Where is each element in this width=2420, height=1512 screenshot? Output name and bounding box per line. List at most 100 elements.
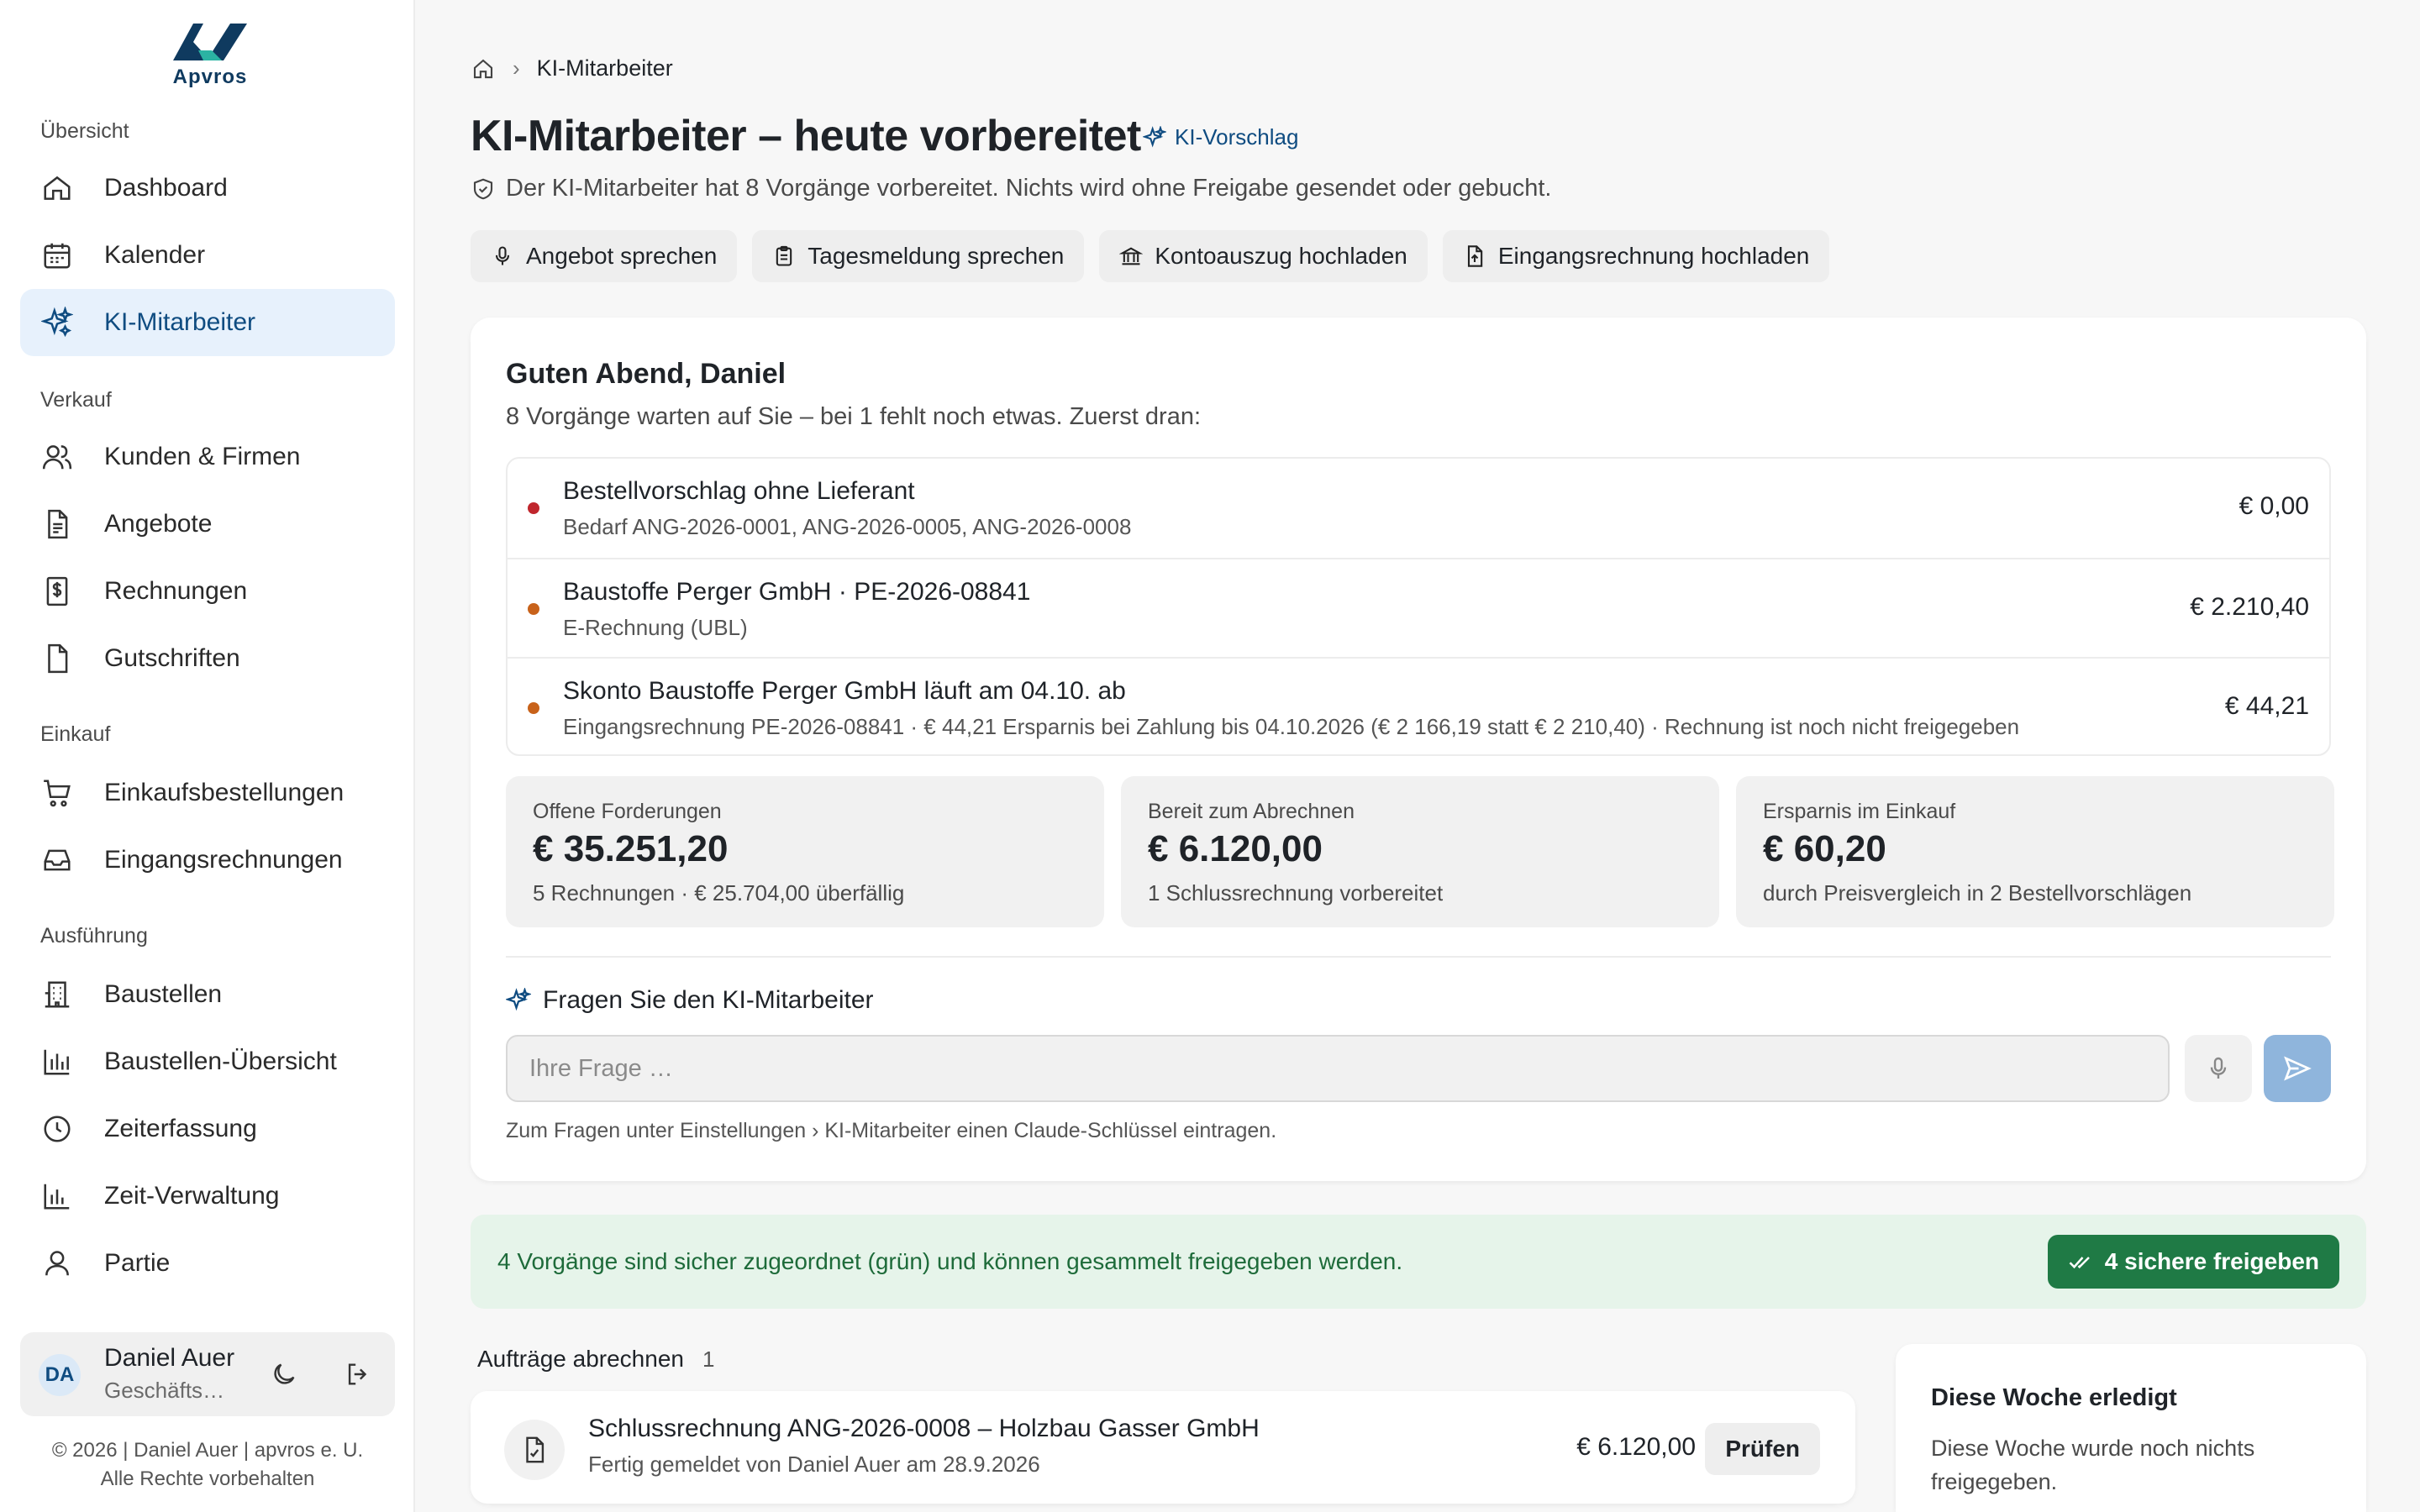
sidebar-item-dashboard[interactable]: Dashboard <box>20 155 395 222</box>
sidebar-item-label: Partie <box>104 1249 171 1277</box>
speak-offer-button[interactable]: Angebot sprechen <box>471 230 738 282</box>
nav-section-verkauf: Verkauf <box>40 388 112 412</box>
home-icon[interactable] <box>471 56 496 81</box>
sidebar-item-label: Baustellen <box>104 980 223 1008</box>
invoice-dollar-icon <box>40 575 74 608</box>
brand-logo[interactable]: Apvros <box>160 17 260 88</box>
ask-title: Fragen Sie den KI-Mitarbeiter <box>506 986 874 1015</box>
sidebar-item-einkaufsbestellungen[interactable]: Einkaufsbestellungen <box>20 759 395 827</box>
send-icon <box>2284 1056 2312 1081</box>
sidebar-item-label: Kunden & Firmen <box>104 443 301 470</box>
priority-task-list: Bestellvorschlag ohne Lieferant Bedarf A… <box>506 457 2331 756</box>
sidebar-item-ki-mitarbeiter[interactable]: KI-Mitarbeiter <box>20 289 395 356</box>
nav-section-ausfuehrung: Ausführung <box>40 924 148 948</box>
nav-section-uebersicht: Übersicht <box>40 119 129 143</box>
kpi-ready-to-bill[interactable]: Bereit zum Abrechnen € 6.120,00 1 Schlus… <box>1121 776 1719 927</box>
greeting-title: Guten Abend, Daniel <box>506 358 786 390</box>
main-content: › KI-Mitarbeiter KI-Mitarbeiter – heute … <box>415 0 2420 1512</box>
page-title: KI-Mitarbeiter – heute vorbereitet <box>471 112 1141 160</box>
clock-icon <box>40 1112 74 1146</box>
clipboard-icon <box>776 245 792 266</box>
status-dot <box>528 702 539 714</box>
sidebar-item-zeiterfassung[interactable]: Zeiterfassung <box>20 1095 395 1163</box>
ki-suggestion-badge: KI-Vorschlag <box>1143 124 1298 150</box>
double-check-icon <box>2069 1257 2090 1269</box>
sidebar-item-label: Angebote <box>104 510 213 538</box>
file-check-icon <box>504 1420 565 1480</box>
sidebar-item-label: KI-Mitarbeiter <box>104 308 256 336</box>
sidebar-item-kalender[interactable]: Kalender <box>20 222 395 289</box>
week-done-card: Diese Woche erledigt Diese Woche wurde n… <box>1896 1344 2366 1512</box>
sidebar-item-gutschriften[interactable]: Gutschriften <box>20 625 395 692</box>
table-row[interactable]: Schlussrechnung ANG-2026-0008 – Holzbau … <box>471 1391 1855 1504</box>
logo-icon <box>173 24 247 60</box>
orders-section-title: Aufträge abrechnen 1 <box>477 1346 715 1372</box>
review-button[interactable]: Prüfen <box>1705 1423 1820 1475</box>
avatar[interactable]: DA <box>39 1354 81 1396</box>
list-item[interactable]: Baustoffe Perger GmbH · PE-2026-08841 E-… <box>508 558 2329 657</box>
chevron-right-icon: › <box>513 55 520 81</box>
upload-incoming-invoice-button[interactable]: Eingangsrechnung hochladen <box>1442 230 1830 282</box>
user-card: DA Daniel Auer Geschäftsführer <box>20 1332 395 1416</box>
upload-bank-statement-button[interactable]: Kontoauszug hochladen <box>1099 230 1428 282</box>
sidebar-item-label: Zeit-Verwaltung <box>104 1182 280 1210</box>
document-icon <box>40 507 74 541</box>
mic-icon <box>2210 1057 2227 1079</box>
sidebar-item-kunden[interactable]: Kunden & Firmen <box>20 423 395 491</box>
breadcrumb-current: KI-Mitarbeiter <box>536 55 673 81</box>
sidebar-item-label: Einkaufsbestellungen <box>104 779 345 806</box>
shield-check-icon <box>473 178 493 199</box>
logout-button[interactable] <box>341 1357 375 1391</box>
send-button[interactable] <box>2264 1035 2331 1102</box>
sidebar-item-zeit-verwaltung[interactable]: Zeit-Verwaltung <box>20 1163 395 1230</box>
home-icon <box>40 171 74 205</box>
kpi-row: Offene Forderungen € 35.251,20 5 Rechnun… <box>506 776 2334 927</box>
question-input[interactable] <box>506 1035 2170 1102</box>
sidebar-item-rechnungen[interactable]: Rechnungen <box>20 558 395 625</box>
sidebar-item-label: Eingangsrechnungen <box>104 846 343 874</box>
building-icon <box>40 978 74 1011</box>
inbox-icon <box>40 843 74 877</box>
kpi-open-receivables[interactable]: Offene Forderungen € 35.251,20 5 Rechnun… <box>506 776 1104 927</box>
sidebar-item-partie[interactable]: Partie <box>20 1230 395 1297</box>
quick-actions: Angebot sprechen Tagesmeldung sprechen K… <box>471 230 1830 282</box>
user-name: Daniel Auer <box>104 1344 235 1372</box>
footer-copyright: © 2026 | Daniel Auer | apvros e. U. Alle… <box>51 1439 364 1490</box>
moon-icon <box>274 1363 295 1384</box>
kpi-purchase-savings[interactable]: Ersparnis im Einkauf € 60,20 durch Preis… <box>1736 776 2334 927</box>
assistant-card: Guten Abend, Daniel 8 Vorgänge warten au… <box>471 318 2366 1181</box>
list-item[interactable]: Skonto Baustoffe Perger GmbH läuft am 04… <box>508 657 2329 756</box>
sparkles-icon <box>506 988 531 1011</box>
sidebar-item-label: Rechnungen <box>104 577 248 605</box>
sidebar-item-eingangsrechnungen[interactable]: Eingangsrechnungen <box>20 827 395 894</box>
sidebar-item-label: Dashboard <box>104 174 228 202</box>
sidebar-item-label: Baustellen-Übersicht <box>104 1047 337 1075</box>
sidebar-item-baustellen[interactable]: Baustellen <box>20 961 395 1028</box>
user-role: Geschäftsführer <box>104 1378 230 1403</box>
approve-safe-button[interactable]: 4 sichere freigeben <box>2047 1235 2339 1289</box>
sparkles-icon <box>40 306 74 339</box>
orders-count: 1 <box>702 1347 715 1372</box>
sidebar-item-angebote[interactable]: Angebote <box>20 491 395 558</box>
bar-chart-icon <box>40 1045 74 1079</box>
sidebar: Apvros Übersicht Dashboard Kalender KI-M… <box>0 0 415 1512</box>
sidebar-item-label: Zeiterfassung <box>104 1115 257 1142</box>
nav-section-einkauf: Einkauf <box>40 722 111 746</box>
ask-hint: Zum Fragen unter Einstellungen › KI-Mita… <box>506 1119 1277 1142</box>
theme-toggle-button[interactable] <box>267 1357 301 1391</box>
brand-name: Apvros <box>172 66 248 88</box>
sidebar-item-baustellen-uebersicht[interactable]: Baustellen-Übersicht <box>20 1028 395 1095</box>
logout-icon <box>348 1363 367 1385</box>
speak-daily-report-button[interactable]: Tagesmeldung sprechen <box>752 230 1085 282</box>
mic-icon <box>495 246 510 265</box>
list-item[interactable]: Bestellvorschlag ohne Lieferant Bedarf A… <box>508 459 2329 558</box>
status-dot <box>528 603 539 615</box>
users-icon <box>40 440 74 474</box>
cart-icon <box>40 776 74 810</box>
sparkles-icon <box>1143 125 1166 147</box>
user-icon <box>40 1247 74 1280</box>
sidebar-item-label: Kalender <box>104 241 206 269</box>
voice-input-button[interactable] <box>2185 1035 2252 1102</box>
safe-approval-banner: 4 Vorgänge sind sicher zugeordnet (grün)… <box>471 1215 2366 1309</box>
breadcrumb: › KI-Mitarbeiter <box>471 55 673 81</box>
